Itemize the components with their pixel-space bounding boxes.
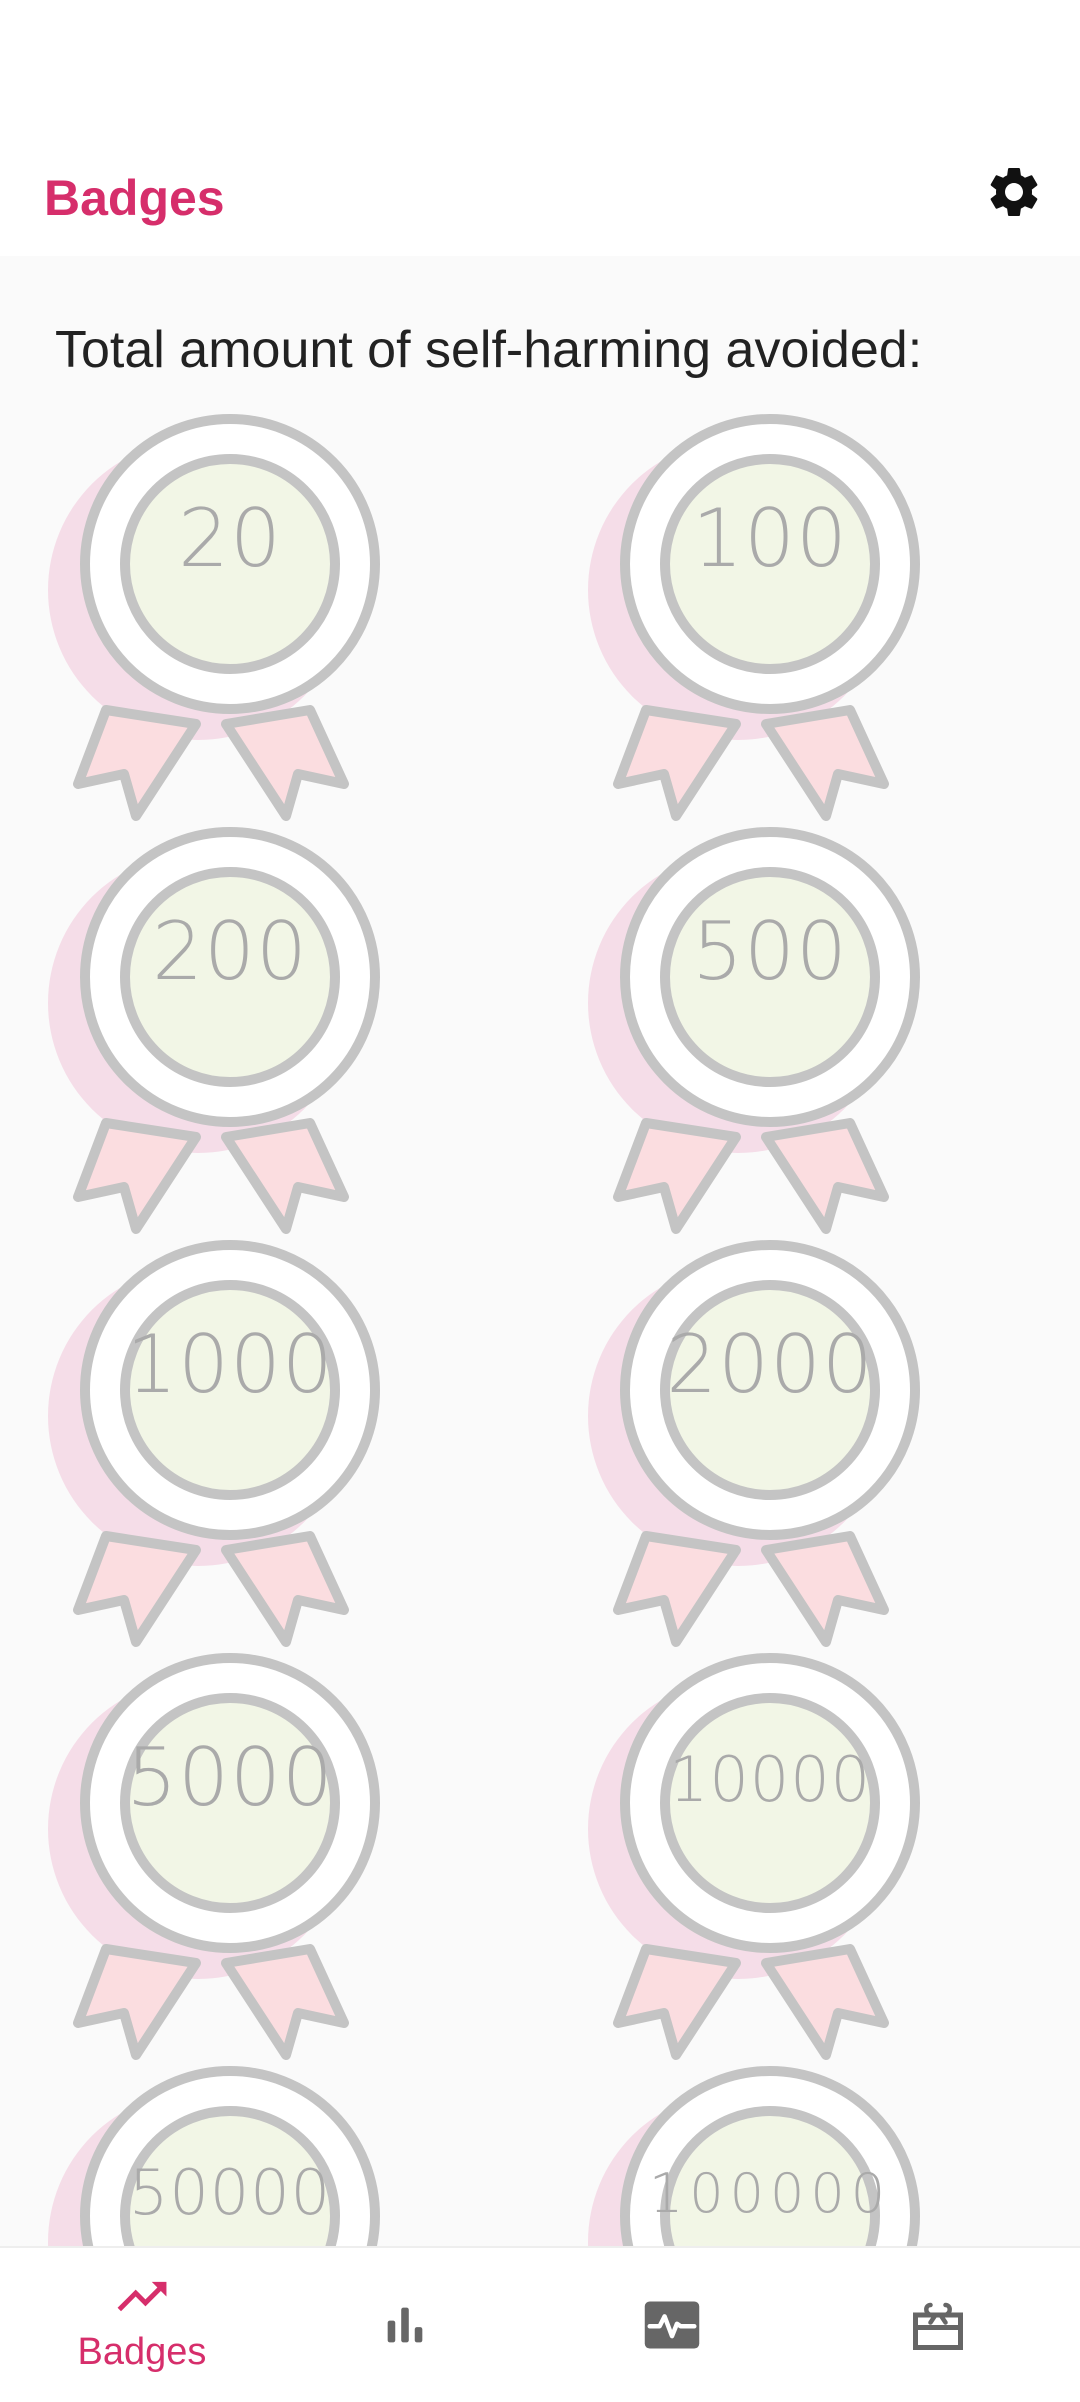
ribbon-medal-icon xyxy=(48,414,380,821)
bar-chart-icon xyxy=(387,2307,423,2343)
badge-value: 100 xyxy=(692,492,848,585)
badges-content[interactable]: Total amount of self-harming avoided: 20… xyxy=(0,256,1080,2246)
nav-item-activity[interactable] xyxy=(537,2248,807,2402)
nav-item-badges[interactable]: Badges xyxy=(7,2248,277,2402)
badge-value: 20 xyxy=(178,492,282,585)
activity-icon xyxy=(644,2301,700,2349)
status-bar xyxy=(0,0,1080,128)
gear-icon xyxy=(990,168,1038,216)
badge-2000[interactable]: 2000 xyxy=(588,1238,928,1658)
nav-item-rewards[interactable] xyxy=(803,2248,1073,2402)
badge-value: 2000 xyxy=(666,1318,874,1411)
badge-100000[interactable]: 100000 xyxy=(588,2064,928,2246)
badge-5000[interactable]: 5000 xyxy=(48,1651,388,2071)
nav-label-badges: Badges xyxy=(77,2330,207,2373)
badge-value: 10000 xyxy=(668,1743,872,1816)
ribbon-medal-icon xyxy=(48,1653,380,2060)
bottom-navigation: Badges xyxy=(0,2246,1080,2402)
badge-value: 1000 xyxy=(126,1318,334,1411)
ribbon-medal-icon xyxy=(48,1240,380,1647)
badge-10000[interactable]: 10000 xyxy=(588,1651,928,2071)
gift-card-icon xyxy=(913,2302,963,2350)
nav-item-statistics[interactable] xyxy=(270,2248,540,2402)
badge-100[interactable]: 100 xyxy=(588,412,928,832)
badge-value: 50000 xyxy=(128,2156,332,2229)
badge-20[interactable]: 20 xyxy=(48,412,388,832)
badge-value: 200 xyxy=(152,905,308,998)
badge-500[interactable]: 500 xyxy=(588,825,928,1245)
trending-up-icon xyxy=(117,2281,167,2311)
badge-value: 500 xyxy=(692,905,848,998)
badge-value: 100000 xyxy=(648,2162,892,2225)
ribbon-medal-icon xyxy=(588,1653,920,2060)
badge-1000[interactable]: 1000 xyxy=(48,1238,388,1658)
ribbon-medal-icon xyxy=(588,1240,920,1647)
ribbon-medal-icon xyxy=(588,827,920,1234)
badge-value: 5000 xyxy=(126,1731,334,1824)
page-title: Badges xyxy=(44,170,225,226)
ribbon-medal-icon xyxy=(588,414,920,821)
subtitle: Total amount of self-harming avoided: xyxy=(55,321,923,379)
settings-button[interactable] xyxy=(966,144,1062,240)
badge-200[interactable]: 200 xyxy=(48,825,388,1245)
ribbon-medal-icon xyxy=(48,827,380,1234)
app-bar: Badges xyxy=(0,128,1080,256)
badge-50000[interactable]: 50000 xyxy=(48,2064,388,2246)
